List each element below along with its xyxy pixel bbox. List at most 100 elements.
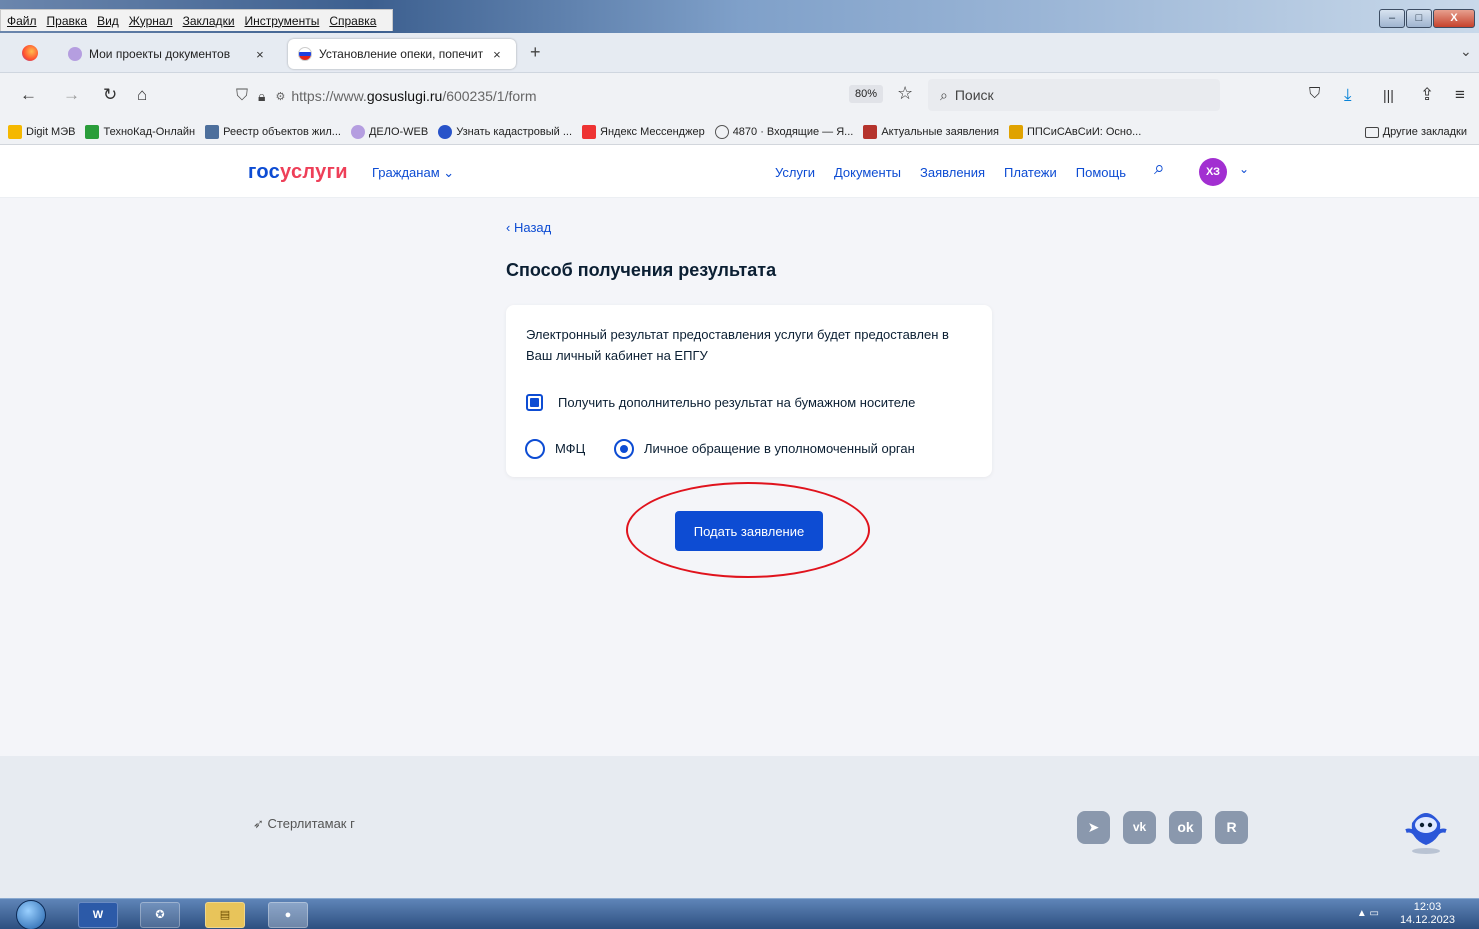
paper-result-checkbox[interactable] [526,394,543,411]
city-label: Стерлитамак г [267,816,355,831]
nav-documents[interactable]: Документы [834,165,901,180]
back-icon[interactable]: ← [20,85,37,105]
nav-help[interactable]: Помощь [1076,165,1126,180]
menu-history[interactable]: Журнал [129,14,173,28]
search-icon[interactable]: ⌕ [1154,158,1165,180]
new-tab-button[interactable]: + [530,42,541,63]
tray-icons[interactable]: ▲ ▭ [1357,908,1379,919]
rutube-icon[interactable]: R [1215,811,1248,844]
home-icon[interactable]: ⌂ [137,85,147,105]
address-bar[interactable]: ⛉ 🔒︎ ⚙ https://www. gosuslugi.ru/600235/1… [236,79,926,113]
bookmark-item[interactable]: ППСиСАвСиИ: Осно... [1008,125,1141,139]
close-window-button[interactable]: X [1433,9,1475,28]
menu-tools[interactable]: Инструменты [245,14,320,28]
menu-bookmarks[interactable]: Закладки [183,14,235,28]
nav-services[interactable]: Услуги [775,165,815,180]
back-label: Назад [513,220,552,235]
navigation-bar: ← → ↻ ⌂ ⛉ 🔒︎ ⚙ https://www. gosuslugi.ru /… [0,73,1479,120]
tab-documents[interactable]: Мои проекты документов × [58,39,274,69]
bookmark-item[interactable]: Реестр объектов жил... [205,125,341,139]
minimize-button[interactable]: – [1379,9,1405,28]
radio-mfc[interactable] [525,439,545,459]
folder-icon[interactable]: ▤ [205,902,245,928]
menu-view[interactable]: Вид [97,14,119,28]
close-tab-icon[interactable]: × [493,47,501,62]
citizens-dropdown[interactable]: Гражданам ⌄ [372,165,454,181]
search-icon: ⌕ [940,86,948,103]
bookmark-label: Digit МЭВ [26,126,76,138]
bookmark-item[interactable]: Узнать кадастровый ... [438,125,572,139]
bookmark-label: Яндекс Мессенджер [600,126,705,138]
bookmark-icon [350,125,365,139]
page-title: Способ получения результата [506,260,777,280]
window-controls: – □ X [1378,9,1475,28]
telegram-icon[interactable]: ➤ [1077,811,1110,844]
location-arrow-icon: ➶ [253,816,264,831]
bookmark-item[interactable]: ДЕЛО-WEB [350,125,428,139]
radio-personal-visit-label[interactable]: Личное обращение в уполномоченный орган [644,441,915,456]
radio-personal-visit[interactable] [614,439,634,459]
tab-guardianship[interactable]: Установление опеки, попечит × [288,39,516,69]
permissions-icon[interactable]: ⚙ [275,90,285,103]
bookmark-item[interactable]: ТехноКад-Онлайн [85,125,195,139]
share-icon[interactable]: ⇪ [1420,85,1434,105]
radio-mfc-label[interactable]: МФЦ [555,441,585,456]
nav-payments[interactable]: Платежи [1004,165,1057,180]
search-input[interactable]: ⌕ Поиск [928,79,1220,111]
shield-icon[interactable]: ⛉ [236,87,248,105]
tab-label: Мои проекты документов [89,47,231,61]
site-header: госуслуги Гражданам ⌄ Услуги Документы З… [0,145,1479,198]
bookmark-icon [8,125,22,139]
start-button[interactable] [16,900,46,929]
avatar[interactable]: ХЗ [1199,158,1227,186]
nav-applications[interactable]: Заявления [920,165,985,180]
bookmark-item[interactable]: Актуальные заявления [863,125,999,139]
paper-result-label[interactable]: Получить дополнительно результат на бума… [558,395,915,410]
maximize-button[interactable]: □ [1406,9,1432,28]
russia-flag-icon [298,47,312,61]
tab-favicon-icon [68,47,82,61]
library-icon[interactable]: ||| [1383,87,1394,103]
result-method-card: Электронный результат предоставления усл… [506,305,992,477]
back-link[interactable]: ‹ Назад [506,220,551,235]
emblem-app-icon[interactable]: ✪ [140,902,180,928]
bookmark-item[interactable]: 4870 · Входящие — Я... [714,125,853,139]
robot-assistant-icon[interactable] [1398,801,1454,857]
odnoklassniki-icon[interactable]: ok [1169,811,1202,844]
firefox-icon[interactable] [22,45,38,61]
url-prefix: https://www. [291,88,367,104]
bookmark-icon [85,125,100,139]
gosuslugi-logo[interactable]: госуслуги [248,161,348,184]
system-clock[interactable]: 12:03 14.12.2023 [1400,901,1455,927]
bookmark-item[interactable]: Digit МЭВ [8,125,75,139]
bookmark-star-icon[interactable]: ☆ [897,83,913,104]
tab-strip: Мои проекты документов × Установление оп… [0,33,1479,73]
menu-edit[interactable]: Правка [47,14,88,28]
chevron-down-icon[interactable]: ⌄ [1239,162,1249,176]
reload-icon[interactable]: ↻ [103,85,117,105]
bookmark-icon [1008,125,1023,139]
highlight-annotation [626,482,870,578]
other-bookmarks[interactable]: Другие закладки [1364,126,1467,138]
other-bookmarks-label: Другие закладки [1382,126,1467,138]
menu-file[interactable]: Файл [7,14,37,28]
zoom-level[interactable]: 80% [849,85,884,103]
menu-bar: Файл Правка Вид Журнал Закладки Инструме… [0,9,394,31]
bookmark-icon [582,125,597,139]
downloads-icon[interactable]: ⤓ [1344,85,1352,105]
globe-icon [714,125,729,139]
bookmark-item[interactable]: Яндекс Мессенджер [582,125,705,139]
location[interactable]: ➶ Стерлитамак г [253,816,355,832]
app-menu-icon[interactable]: ≡ [1455,85,1465,105]
list-tabs-icon[interactable]: ⌄ [1460,43,1472,60]
vk-icon[interactable]: vk [1123,811,1156,844]
word-icon[interactable]: W [78,902,118,928]
lock-icon[interactable]: 🔒︎ [258,88,265,105]
clock-date: 14.12.2023 [1399,914,1455,926]
forward-icon[interactable]: → [63,85,80,105]
clock-time: 12:03 [1413,901,1442,913]
close-tab-icon[interactable]: × [256,47,264,62]
pocket-icon[interactable]: ⛉ [1309,85,1320,102]
menu-help[interactable]: Справка [329,14,376,28]
firefox-taskbar-icon[interactable]: ● [268,902,308,928]
